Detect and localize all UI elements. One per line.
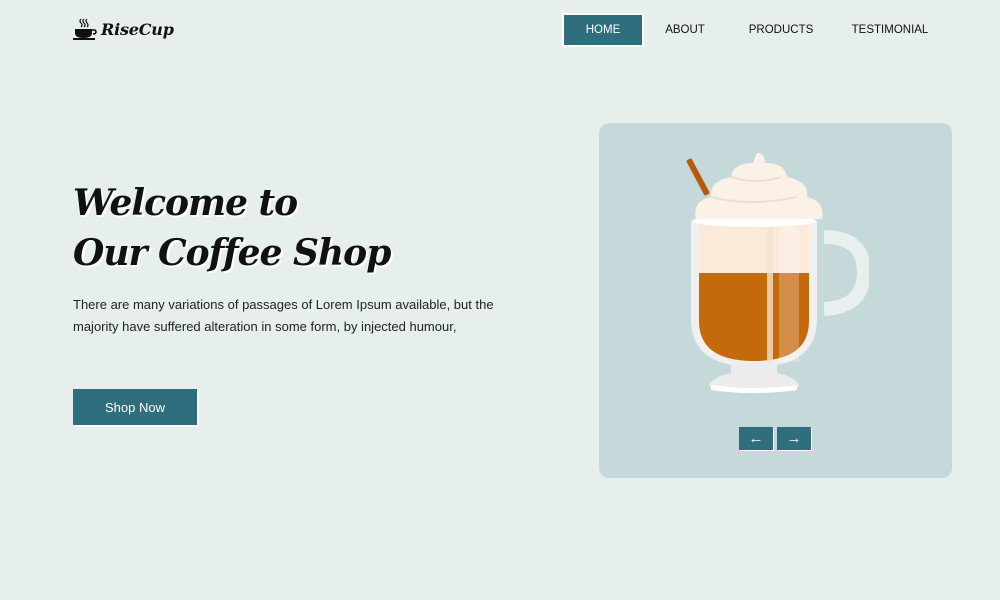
main-nav: HOME ABOUT PRODUCTS TESTIMONIAL <box>564 15 946 45</box>
coffee-cup-icon <box>73 18 97 40</box>
hero-description: There are many variations of passages of… <box>73 297 494 334</box>
hero-title-line1: Welcome to <box>73 182 298 224</box>
logo-text: RiseCup <box>101 19 174 39</box>
hero-title: Welcome to Our Coffee Shop <box>73 178 513 278</box>
arrow-right-icon[interactable]: → <box>777 427 811 450</box>
shop-now-button[interactable]: Shop Now <box>73 389 197 425</box>
slider-controls: ← → <box>739 427 811 450</box>
nav-home[interactable]: HOME <box>564 15 642 45</box>
hero-image-card: ← → <box>599 123 952 478</box>
hero-section: Welcome to Our Coffee Shop There are man… <box>73 178 513 338</box>
arrow-left-icon[interactable]: ← <box>739 427 773 450</box>
nav-testimonial[interactable]: TESTIMONIAL <box>834 15 946 45</box>
logo[interactable]: RiseCup <box>73 18 174 40</box>
nav-about[interactable]: ABOUT <box>642 15 728 45</box>
site-header: RiseCup HOME ABOUT PRODUCTS TESTIMONIAL <box>0 0 1000 62</box>
irish-coffee-glass-image <box>686 153 869 393</box>
hero-title-line2: Our Coffee Shop <box>73 232 391 274</box>
nav-products[interactable]: PRODUCTS <box>728 15 834 45</box>
